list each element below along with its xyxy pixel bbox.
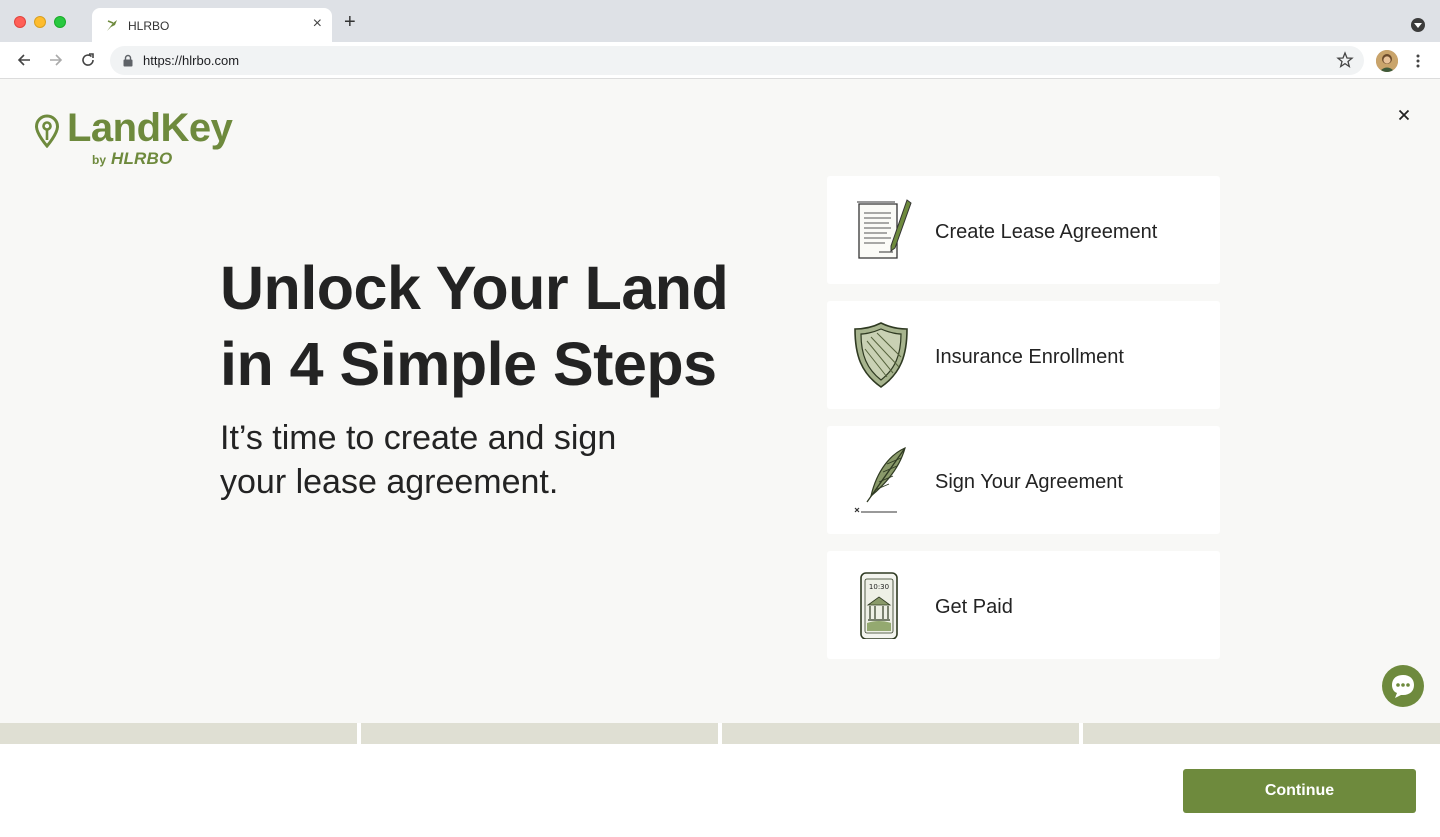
phone-time-text: 10:30 [869,583,889,591]
continue-button[interactable]: Continue [1183,769,1416,813]
phone-bank-icon: 10:30 [860,572,898,639]
page-subtitle: It’s time to create and sign your lease … [220,416,700,504]
address-bar[interactable]: https://hlrbo.com [110,46,1364,75]
step-label: Sign Your Agreement [935,471,1123,493]
location-pin-icon [34,114,60,148]
step-card-sign[interactable]: Sign Your Agreement [827,426,1220,534]
step-card-get-paid[interactable]: 10:30 Get Paid [827,551,1220,659]
lock-icon [123,54,133,67]
tab-search-icon[interactable] [1411,18,1425,32]
close-icon[interactable] [1396,107,1412,123]
step-progress-bar [0,723,1440,744]
logo-by-text: by [92,153,107,167]
url-text[interactable]: https://hlrbo.com [143,53,239,68]
window-zoom-button[interactable] [54,16,66,28]
logo-brand-text: HLRBO [111,149,173,168]
lease-document-icon [857,199,912,259]
page-title-line-1: Unlock Your Land [220,254,729,322]
page-title-line-2: in 4 Simple Steps [220,330,717,398]
forward-arrow-icon[interactable] [46,50,66,70]
step-card-insurance[interactable]: Insurance Enrollment [827,301,1220,409]
step-label: Create Lease Agreement [935,221,1158,243]
reload-icon[interactable] [78,50,98,70]
progress-segment [1083,723,1440,744]
hlrbo-favicon-icon [107,20,117,31]
browser-toolbar: https://hlrbo.com [0,42,1440,79]
browser-menu-icon[interactable] [1410,51,1426,71]
quill-icon [854,446,906,513]
tab-title: HLRBO [128,19,170,33]
logo-wordmark: LandKey [67,106,233,150]
bookmark-star-icon[interactable] [1336,51,1354,69]
page-subtitle-line-2: your lease agreement. [220,463,559,501]
shield-icon [854,322,908,388]
window-minimize-button[interactable] [34,16,46,28]
tab-close-icon[interactable]: × [313,15,322,33]
progress-segment [722,723,1079,744]
footer-bar: Continue [0,744,1440,837]
profile-avatar[interactable] [1376,50,1398,72]
back-arrow-icon[interactable] [14,50,34,70]
step-card-create-lease[interactable]: Create Lease Agreement [827,176,1220,284]
chat-button[interactable] [1382,665,1424,707]
step-label: Get Paid [935,596,1013,618]
page-title: Unlock Your Land in 4 Simple Steps [220,250,800,402]
browser-tab-bar: HLRBO × + [0,0,1440,42]
progress-segment [0,723,357,744]
step-label: Insurance Enrollment [935,346,1124,368]
progress-segment [361,723,718,744]
window-close-button[interactable] [14,16,26,28]
browser-tab[interactable]: HLRBO × [92,8,332,42]
new-tab-button[interactable]: + [344,12,356,32]
page-subtitle-line-1: It’s time to create and sign [220,419,617,457]
chat-bubble-icon [1392,675,1414,698]
landkey-logo[interactable]: LandKey by HLRBO [34,106,254,174]
